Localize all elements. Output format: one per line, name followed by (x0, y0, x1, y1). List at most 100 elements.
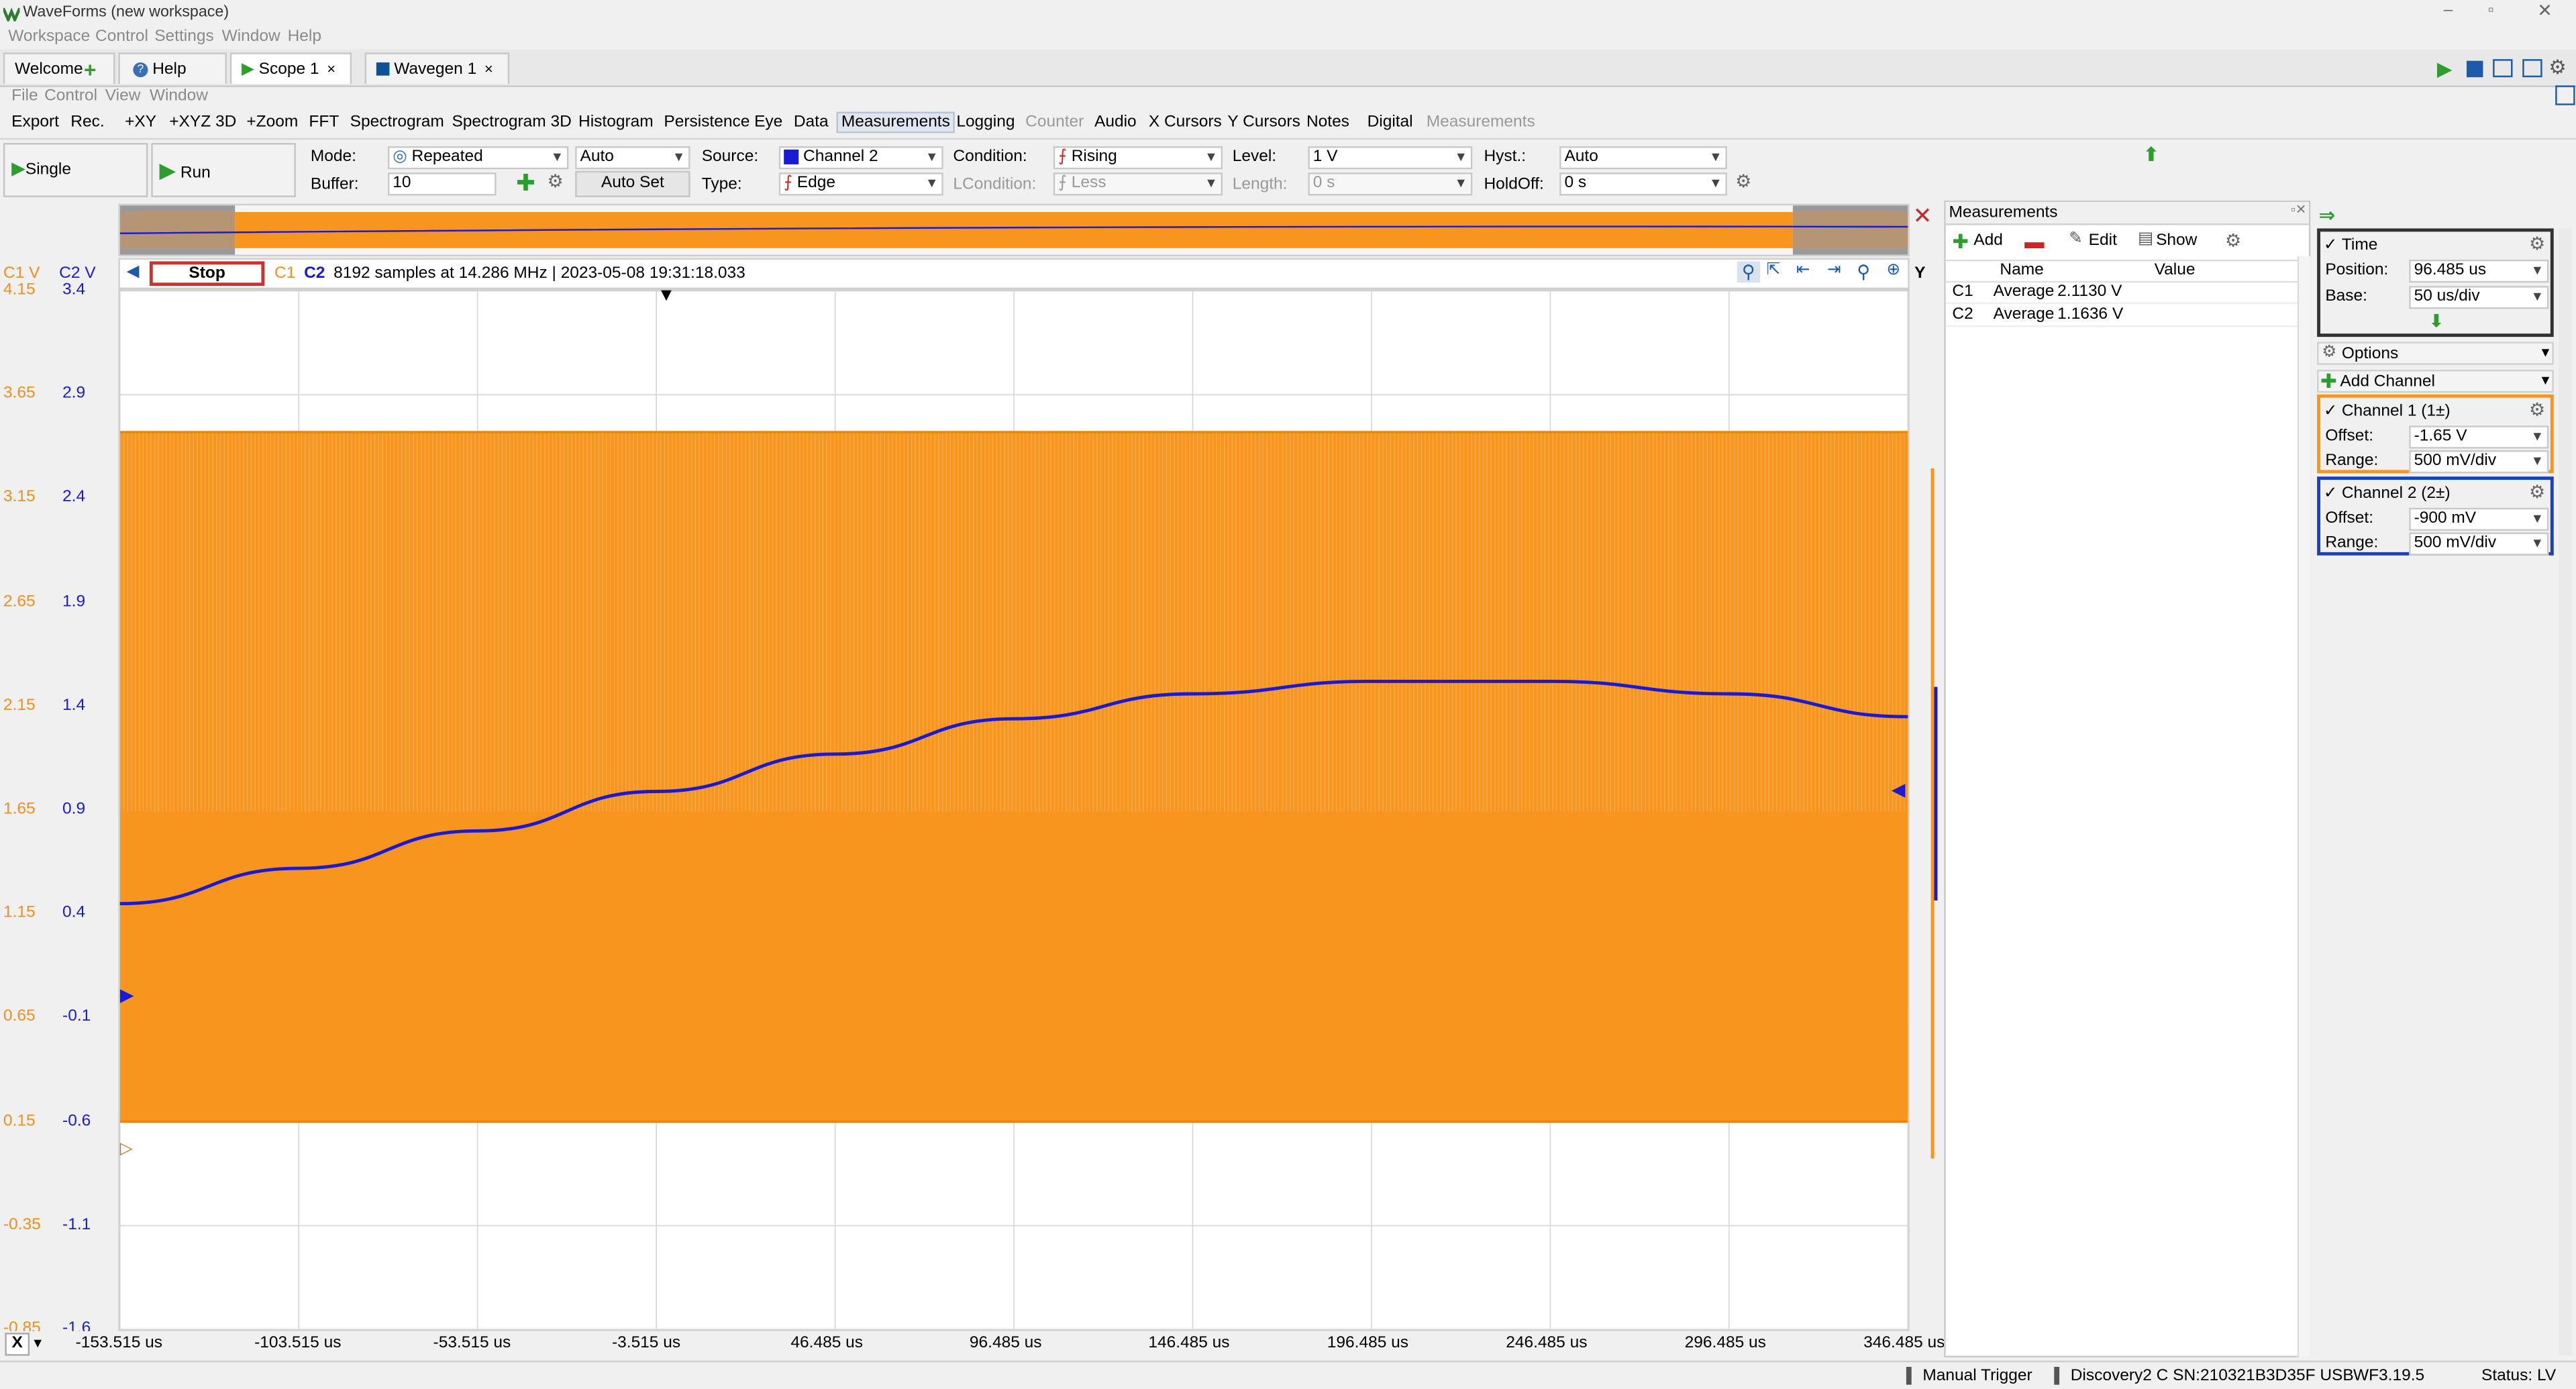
toolbar-histogram[interactable]: Histogram (578, 113, 654, 132)
close-window-button[interactable]: ✕ (2537, 0, 2553, 21)
channel1-range-input[interactable]: 500 mV/div ▼ (2409, 450, 2549, 474)
remove-measurement-icon[interactable]: ▬ (2024, 230, 2044, 253)
show-button[interactable]: Show (2156, 232, 2197, 250)
channel2-offset-input[interactable]: -900 mV ▼ (2409, 507, 2549, 531)
magnify-icon[interactable]: ⚲ (1857, 261, 1870, 282)
channel1-gear-icon[interactable]: ⚙ (2529, 399, 2545, 421)
menu-workspace[interactable]: Workspace (8, 28, 90, 46)
position-input[interactable]: 96.485 us ▼ (2409, 259, 2549, 283)
tab-welcome[interactable]: Welcome + (3, 52, 115, 84)
zoom-h-icon[interactable]: ⇤ (1796, 261, 1810, 279)
y-axis-tag[interactable]: Y (1914, 264, 1925, 282)
run-all-icon[interactable]: ▶ (2437, 58, 2453, 81)
time-check-icon[interactable]: ✓ (2324, 237, 2338, 255)
c1-tag[interactable]: C1 (274, 264, 295, 282)
tile-icon[interactable] (2522, 59, 2542, 78)
trigger-position-marker-icon[interactable]: ▼ (658, 287, 676, 306)
toolbar-xcursors[interactable]: X Cursors (1149, 113, 1222, 132)
autoset-button[interactable]: Auto Set (575, 170, 690, 197)
zoom-x-icon[interactable]: ⇱ (1767, 261, 1781, 279)
time-down-arrow-icon[interactable]: ⬇ (2429, 311, 2444, 331)
tab-help[interactable]: ? Help (118, 52, 227, 84)
buffer-add-icon[interactable]: ✚ (516, 169, 535, 197)
menu-window[interactable]: Window (222, 28, 280, 46)
buffer-gear-icon[interactable]: ⚙ (548, 171, 564, 192)
base-input[interactable]: 50 us/div ▼ (2409, 286, 2549, 309)
menu-control[interactable]: Control (95, 28, 148, 46)
run-button[interactable]: ▶ Run (151, 143, 296, 197)
channel1-check-icon[interactable]: ✓ (2324, 403, 2338, 421)
device-status[interactable]: Discovery2 C SN:210321B3D35F USB (2071, 1368, 2354, 1386)
toolbar-eye[interactable]: Eye (754, 113, 782, 132)
toolbar-logging[interactable]: Logging (956, 113, 1015, 132)
tab-wavegen-1[interactable]: Wavegen 1 × (364, 52, 510, 84)
channel2-gear-icon[interactable]: ⚙ (2529, 482, 2545, 503)
fit-icon[interactable]: ⊕ (1886, 261, 1900, 279)
level-input[interactable]: 1 V ▼ (1308, 146, 1473, 170)
toolbar-persistence[interactable]: Persistence (664, 113, 750, 132)
trigger-status[interactable]: Manual Trigger (1922, 1368, 2032, 1386)
source-select[interactable]: Channel 2 ▼ (778, 146, 943, 170)
dock-icon[interactable] (2555, 85, 2575, 105)
table-row[interactable]: C2 Average 1.1636 V (1945, 304, 2301, 327)
menu-scope-control[interactable]: Control (44, 87, 97, 105)
channel2-range-input[interactable]: 500 mV/div ▼ (2409, 532, 2549, 556)
menu-file[interactable]: File (11, 87, 38, 105)
toolbar-zoom[interactable]: +Zoom (246, 113, 298, 132)
buffer-input[interactable]: 10 (387, 172, 497, 196)
trigger-level-marker-icon[interactable]: ◀ (1892, 779, 1906, 800)
close-plot-icon[interactable]: ✕ (1913, 202, 1933, 230)
table-row[interactable]: C1 Average 2.1130 V (1945, 281, 2301, 305)
zoom-icon[interactable]: ⚲ (1737, 261, 1760, 283)
condition-select[interactable]: ⨍ Rising ▼ (1053, 146, 1223, 170)
plot-area[interactable] (118, 289, 1910, 1331)
stop-all-icon[interactable] (2466, 60, 2483, 78)
maximize-button[interactable]: ▫ (2488, 1, 2494, 19)
toolbar-audio[interactable]: Audio (1094, 113, 1137, 132)
trigger-gear-icon[interactable]: ⚙ (1735, 171, 1751, 192)
settings-scrollbar[interactable] (2559, 228, 2572, 1356)
close-tab-wavegen-icon[interactable]: × (484, 61, 493, 77)
expand-panel-icon[interactable]: ⇒ (2319, 204, 2336, 227)
mode-select[interactable]: ◎ Repeated ▼ (387, 146, 569, 170)
toolbar-ycursors[interactable]: Y Cursors (1227, 113, 1300, 132)
toolbar-data[interactable]: Data (794, 113, 829, 132)
close-tab-scope-icon[interactable]: × (327, 61, 336, 77)
channel2-check-icon[interactable]: ✓ (2324, 484, 2338, 503)
minimize-button[interactable]: – (2444, 1, 2453, 19)
toolbar-measurements[interactable]: Measurements (836, 111, 956, 134)
add-measurement-icon[interactable]: ✚ (1952, 230, 1969, 253)
scroll-left-icon[interactable]: ◀ (127, 263, 140, 281)
toolbar-spectrogram[interactable]: Spectrogram (350, 113, 444, 132)
toolbar-xyz3d[interactable]: +XYZ 3D (169, 113, 236, 132)
x-axis-dropdown-icon[interactable]: ▼ (32, 1336, 44, 1351)
c1-offset-marker-icon[interactable]: ▷ (120, 1141, 133, 1159)
waveform-plot[interactable] (119, 291, 1908, 1330)
add-tab-icon[interactable]: + (84, 54, 97, 86)
add-measurement-button[interactable]: Add (1973, 232, 2003, 250)
measurements-scrollbar[interactable] (2297, 256, 2311, 1357)
channel1-offset-input[interactable]: -1.65 V ▼ (2409, 425, 2549, 449)
zoom-v-icon[interactable]: ⇥ (1827, 261, 1841, 279)
edit-button[interactable]: Edit (2089, 232, 2117, 250)
single-button[interactable]: ▶Single (3, 143, 148, 197)
c2-offset-marker-icon[interactable]: ▶ (120, 984, 134, 1005)
auto-select[interactable]: Auto ▼ (575, 146, 690, 170)
lcondition-select[interactable]: ⨍ Less ▼ (1053, 172, 1223, 196)
overview-strip[interactable] (118, 203, 1910, 257)
toolbar-digital[interactable]: Digital (1368, 113, 1413, 132)
x-axis-tag[interactable]: X (5, 1333, 30, 1356)
toolbar-fft[interactable]: FFT (309, 113, 339, 132)
panel-close-icon[interactable]: ▫✕ (2291, 202, 2306, 217)
c2-tag[interactable]: C2 (304, 264, 325, 282)
toolbar-xy[interactable]: +XY (125, 113, 156, 132)
menu-help[interactable]: Help (288, 28, 321, 46)
menu-view[interactable]: View (105, 87, 141, 105)
length-input[interactable]: 0 s ▼ (1308, 172, 1473, 196)
options-button[interactable]: ⚙ Options ▼ (2317, 342, 2554, 365)
toolbar-rec[interactable]: Rec. (70, 113, 104, 132)
holdoff-input[interactable]: 0 s ▼ (1559, 172, 1727, 196)
time-gear-icon[interactable]: ⚙ (2529, 234, 2545, 254)
collapse-arrow-icon[interactable]: ⬆ (2143, 143, 2159, 166)
toolbar-measurements-2[interactable]: Measurements (1427, 113, 1535, 132)
